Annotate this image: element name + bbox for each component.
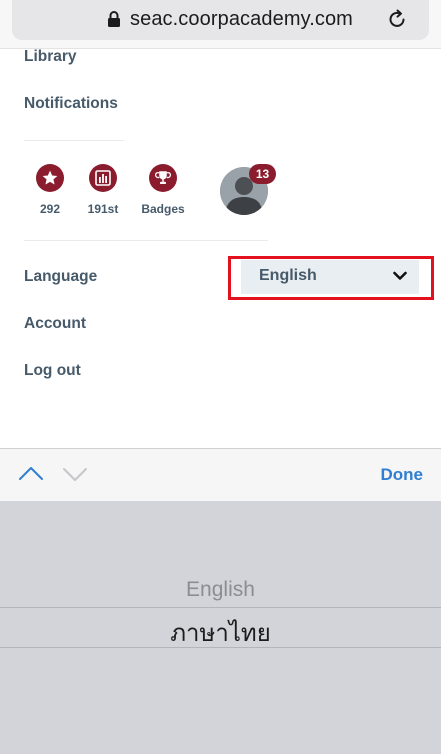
trophy-icon — [149, 164, 177, 192]
url-text: seac.coorpacademy.com — [130, 8, 353, 30]
stat-points-value: 292 — [39, 202, 61, 216]
stat-badges[interactable]: Badges — [133, 164, 193, 216]
menu-divider — [24, 240, 268, 241]
menu-item-logout[interactable]: Log out — [24, 362, 81, 380]
picker-selection-line-bottom — [0, 647, 441, 648]
menu-item-notifications[interactable]: Notifications — [24, 95, 118, 113]
ranking-chart-icon — [89, 164, 117, 192]
reload-icon[interactable] — [387, 9, 407, 29]
browser-url-bar-area: seac.coorpacademy.com — [0, 0, 441, 49]
address-bar[interactable]: seac.coorpacademy.com — [12, 0, 429, 40]
menu-divider — [24, 140, 124, 141]
lock-icon — [108, 11, 120, 27]
language-picker-wheel[interactable]: English ภาษาไทย — [0, 501, 441, 754]
star-icon — [36, 164, 64, 192]
stat-ranking-value: 191st — [87, 202, 119, 216]
chevron-down-icon[interactable] — [62, 465, 88, 483]
notification-count-badge: 13 — [249, 164, 276, 184]
menu-item-account[interactable]: Account — [24, 315, 86, 333]
language-select-highlight — [228, 256, 434, 300]
chevron-up-icon[interactable] — [18, 465, 44, 483]
language-label: Language — [24, 268, 98, 285]
stat-badges-label: Badges — [141, 202, 185, 216]
stat-ranking[interactable]: 191st — [73, 164, 133, 216]
picker-option-english[interactable]: English — [0, 578, 441, 602]
done-button[interactable]: Done — [381, 465, 424, 485]
picker-selection-line-top — [0, 607, 441, 608]
menu-item-library[interactable]: Library — [24, 48, 77, 66]
stat-points[interactable]: 292 — [20, 164, 80, 216]
picker-toolbar: Done — [0, 448, 441, 502]
